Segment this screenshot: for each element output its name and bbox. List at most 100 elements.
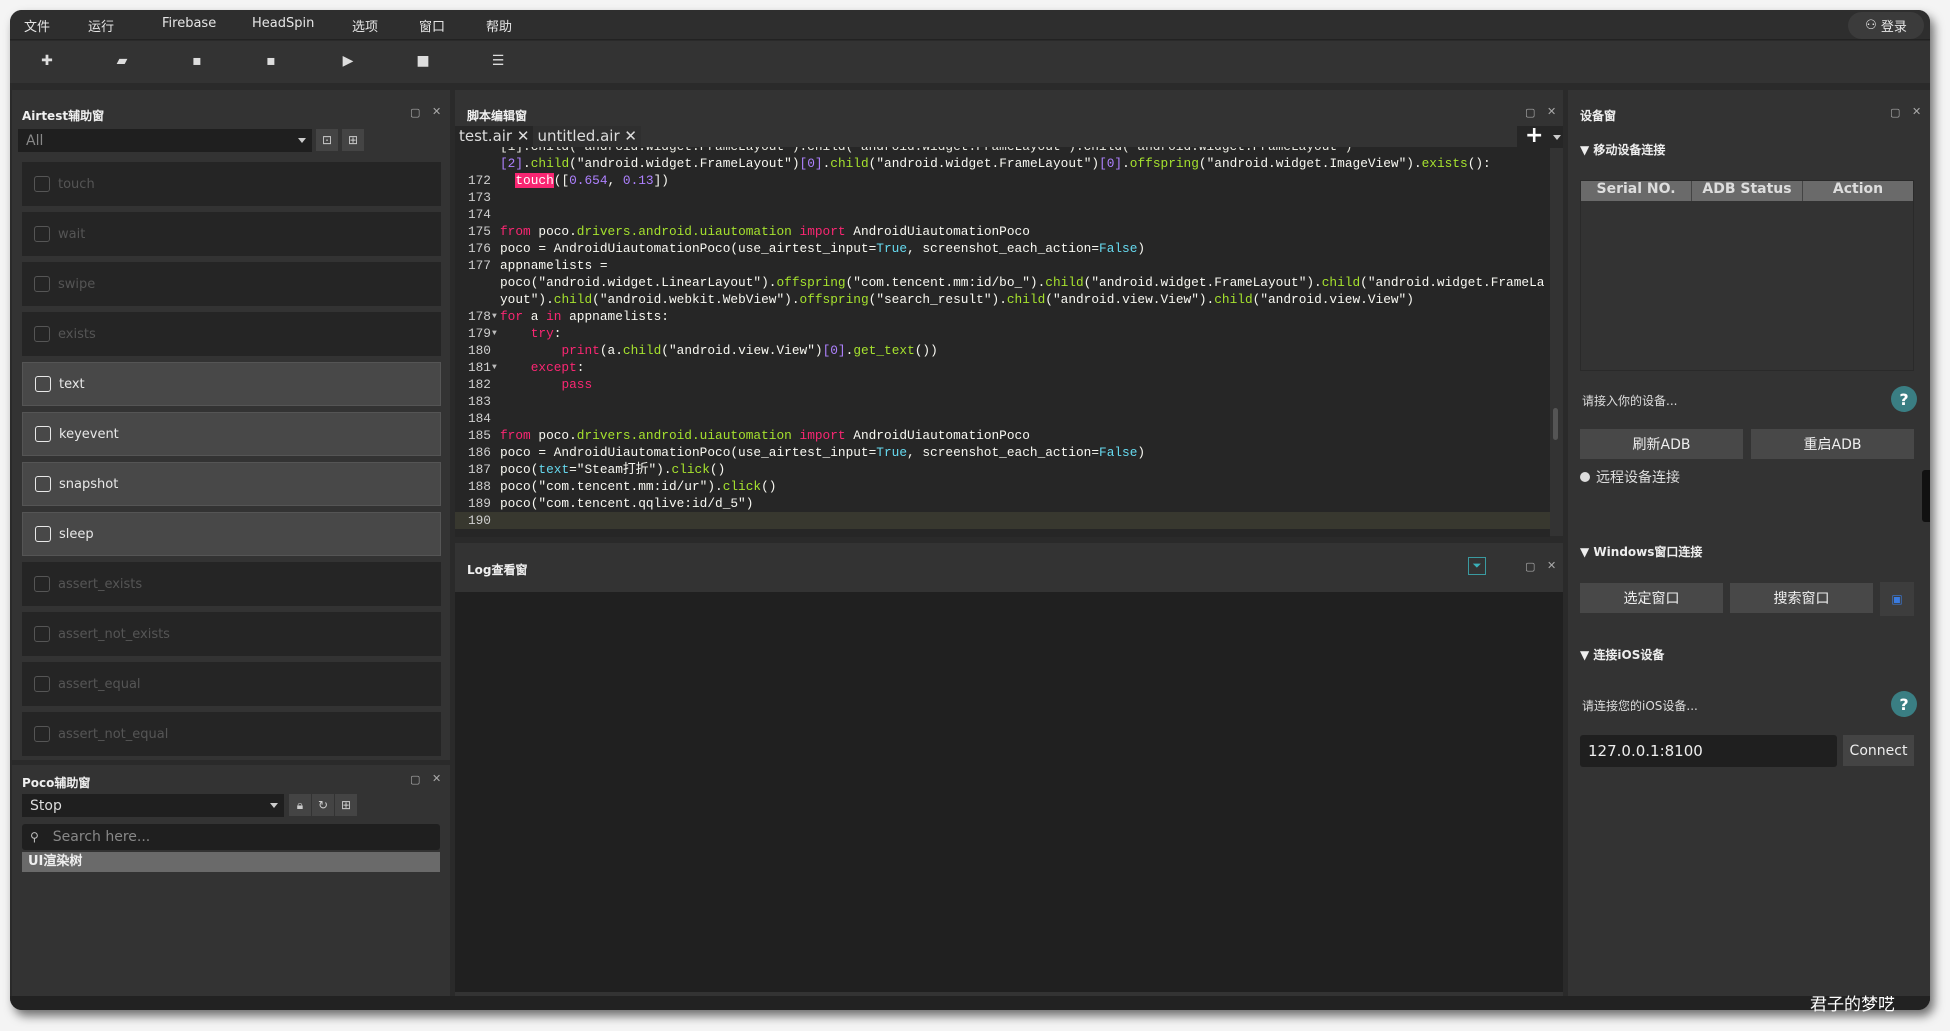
record-icon[interactable]: ⊞ [335,794,357,816]
select-window-button[interactable]: 选定窗口 [1580,583,1723,613]
login-button[interactable]: ⚇ 登录 [1848,12,1924,39]
code-token: except [530,360,577,375]
action-button-wait[interactable]: wait [22,212,441,256]
code-token: import [799,428,846,443]
code-line[interactable]: [1].child("android.widget.FrameLayout").… [455,147,1550,155]
code-token: click [722,479,762,494]
ios-address-input[interactable]: 127.0.0.1:8100 [1580,735,1837,767]
menu-help[interactable]: 帮助 [486,16,512,35]
action-button-assert-exists[interactable]: assert_exists [22,562,441,606]
code-line[interactable]: 182 pass [455,376,1550,393]
code-line[interactable]: 189 poco("com.tencent.qqlive:id/d_5") [455,495,1550,512]
connect-button[interactable]: Connect [1843,735,1914,766]
stop-icon[interactable]: ■ [413,51,433,71]
menu-file[interactable]: 文件 [24,16,50,35]
run-icon[interactable]: ▶ [338,51,358,71]
action-button-text[interactable]: text [22,362,441,406]
code-line[interactable]: 180 print(a.child("android.view.View")[0… [455,342,1550,359]
float-icon[interactable]: ▢ [1525,106,1535,119]
action-button-touch[interactable]: touch [22,162,441,206]
save-as-icon[interactable]: ▪ [261,51,281,71]
code-line[interactable]: 174 [455,206,1550,223]
code-line[interactable]: 175 from poco.drivers.android.uiautomatio… [455,223,1550,240]
poco-mode-select[interactable]: Stop [22,794,284,817]
action-filter-select[interactable]: All [18,129,312,152]
poco-search-input[interactable]: ⚲ Search here... [22,824,440,850]
action-button-assert-equal[interactable]: assert_equal [22,662,441,706]
code-line[interactable]: 185 from poco.drivers.android.uiautomatio… [455,427,1550,444]
code-text: poco("com.tencent.mm:id/ur").click() [500,478,776,495]
remote-connect-toggle[interactable]: 远程设备连接 [1580,467,1680,487]
action-button-assert-not-equal[interactable]: assert_not_equal [22,712,441,756]
close-icon[interactable]: ✕ [1547,559,1556,572]
code-line[interactable]: 177 appnamelists = [455,257,1550,274]
menu-run[interactable]: 运行 [88,16,114,35]
action-button-swipe[interactable]: swipe [22,262,441,306]
menu-headspin[interactable]: HeadSpin [252,16,314,31]
record-icon[interactable]: ⊞ [342,129,364,151]
menu-window[interactable]: 窗口 [419,16,445,35]
fold-icon[interactable]: ▼ [492,359,497,376]
action-button-sleep[interactable]: sleep [22,512,441,556]
action-button-snapshot[interactable]: snapshot [22,462,441,506]
code-line[interactable]: 181 ▼ except: [455,359,1550,376]
open-folder-icon[interactable]: ▰ [112,51,132,71]
code-token: ("android.widget.FrameLayout") [569,156,800,171]
code-line[interactable]: 186 poco = AndroidUiautomationPoco(use_ai… [455,444,1550,461]
menu-options[interactable]: 选项 [352,16,378,35]
tab-untitled-air[interactable]: untitled.air ✕ [533,126,641,147]
action-button-assert-not-exists[interactable]: assert_not_exists [22,612,441,656]
close-tab-icon[interactable]: ✕ [624,127,637,145]
code-line[interactable]: 187 poco(text="Steam打折").click() [455,461,1550,478]
windows-section-toggle[interactable]: ▼ Windows窗口连接 [1580,543,1702,560]
menu-firebase[interactable]: Firebase [162,16,216,31]
code-line[interactable]: 190 [455,512,1550,529]
refresh-adb-button[interactable]: 刷新ADB [1580,429,1743,459]
code-line[interactable]: 172 touch([0.654, 0.13]) [455,172,1550,189]
code-line[interactable]: 183 [455,393,1550,410]
restart-adb-button[interactable]: 重启ADB [1751,429,1914,459]
code-line[interactable]: 188 poco("com.tencent.mm:id/ur").click() [455,478,1550,495]
code-line[interactable]: poco("android.widget.LinearLayout").offs… [455,274,1550,291]
new-tab-button[interactable]: + [1517,125,1563,148]
code-line[interactable]: 173 [455,189,1550,206]
editor-scrollbar[interactable] [1553,408,1558,440]
new-icon[interactable]: ✚ [37,51,57,71]
fold-icon[interactable]: ▼ [492,325,497,342]
code-line[interactable]: [2].child("android.widget.FrameLayout")[… [455,155,1550,172]
help-icon[interactable]: ? [1891,691,1917,717]
float-icon[interactable]: ▢ [1890,106,1900,119]
code-line[interactable]: 179 ▼ try: [455,325,1550,342]
tab-test-air[interactable]: test.air ✕ [455,126,534,147]
log-icon[interactable]: ☰ [488,51,508,71]
close-icon[interactable]: ✕ [432,105,441,118]
search-window-button[interactable]: 搜索窗口 [1730,583,1873,613]
fold-icon[interactable]: ▼ [492,308,497,325]
filter-icon[interactable]: ⏷ [1468,557,1486,575]
close-icon[interactable]: ✕ [1547,105,1556,118]
code-line[interactable]: yout").child("android.webkit.WebView").o… [455,291,1550,308]
action-button-exists[interactable]: exists [22,312,441,356]
float-icon[interactable]: ▢ [410,106,420,119]
float-icon[interactable]: ▢ [410,773,420,786]
code-line[interactable]: 178 ▼ for a in appnamelists: [455,308,1550,325]
close-tab-icon[interactable]: ✕ [517,127,530,145]
close-icon[interactable]: ✕ [432,772,441,785]
lock-icon[interactable]: 🔒︎ [289,794,311,816]
ui-tree-root[interactable]: UI渲染树 [22,852,440,872]
code-token: exists [1421,156,1468,171]
close-icon[interactable]: ✕ [1912,105,1921,118]
mobile-section-toggle[interactable]: ▼ 移动设备连接 [1580,141,1665,158]
code-line[interactable]: 176 poco = AndroidUiautomationPoco(use_ai… [455,240,1550,257]
help-icon[interactable]: ? [1891,386,1917,412]
code-editor[interactable]: [1].child("android.widget.FrameLayout").… [455,147,1550,537]
save-icon[interactable]: ▪ [187,51,207,71]
screen-select-icon[interactable]: ⊡ [316,129,338,151]
code-token: click [671,462,710,477]
float-icon[interactable]: ▢ [1525,560,1535,573]
window-capture-icon[interactable]: ▣ [1880,582,1914,616]
ios-section-toggle[interactable]: ▼ 连接iOS设备 [1580,646,1664,663]
code-line[interactable]: 184 [455,410,1550,427]
refresh-icon[interactable]: ↻ [312,794,334,816]
action-button-keyevent[interactable]: keyevent [22,412,441,456]
